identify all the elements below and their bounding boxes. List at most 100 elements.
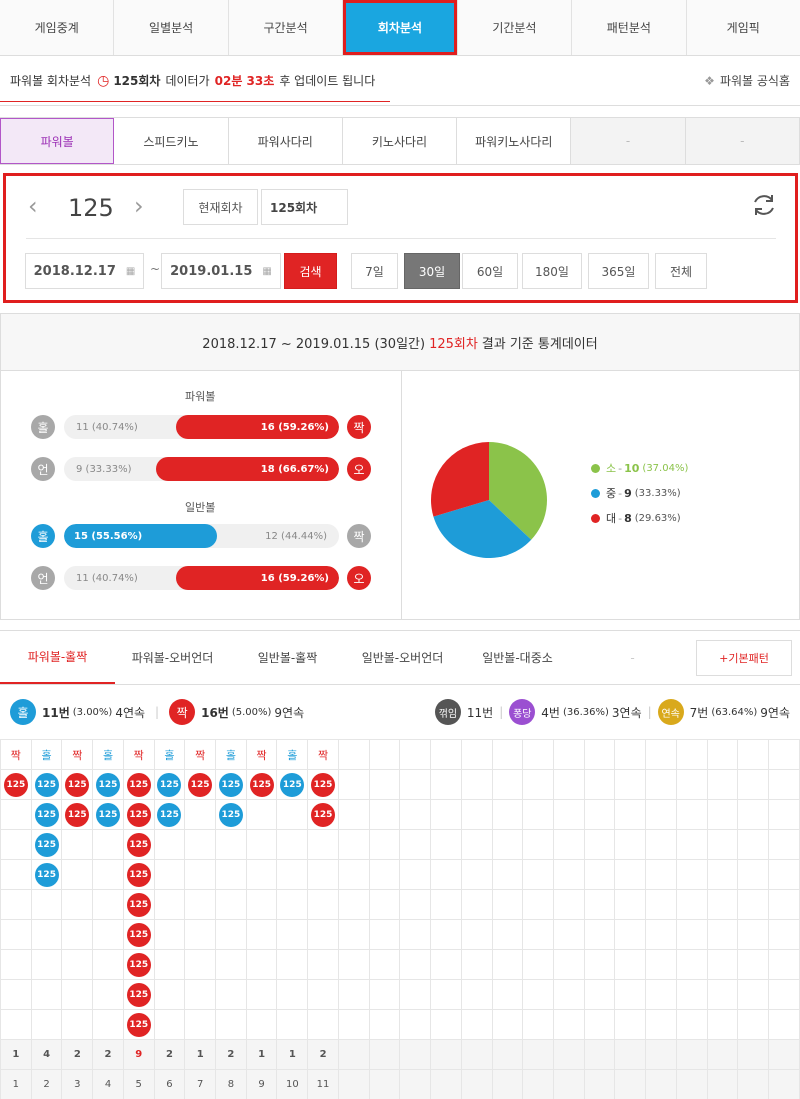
game-tab[interactable]: 파워키노사다리: [457, 118, 572, 164]
grid-cell: [0, 829, 32, 860]
top-nav-tab[interactable]: 회차분석: [343, 0, 458, 55]
basic-pattern-button[interactable]: +기본패턴: [696, 640, 792, 676]
stat-bar-fill: 18 (66.67%): [156, 457, 339, 481]
round-input[interactable]: 125회차: [261, 189, 348, 225]
current-round-button[interactable]: 현재회차: [183, 189, 258, 225]
pong-pct: (36.36%): [562, 706, 609, 718]
odd-ball: 125: [34, 862, 59, 887]
odd-ball: 125: [218, 772, 243, 797]
period-button[interactable]: 365일: [588, 253, 649, 289]
grid-cell: 125: [30, 769, 63, 800]
even-ball: 125: [126, 1012, 151, 1037]
column-count: 2: [307, 1039, 339, 1070]
top-nav-tab[interactable]: 일별분석: [114, 0, 229, 55]
search-button[interactable]: 검색: [284, 253, 337, 289]
grid-cell: 125: [122, 829, 155, 860]
grid-cell: [276, 919, 309, 950]
grid-cell: [307, 889, 339, 920]
even-badge: 짝: [169, 699, 196, 725]
odd-streak: 4연속: [115, 705, 146, 720]
pattern-tab[interactable]: 일반볼-대중소: [460, 631, 575, 684]
grid-cell: [307, 919, 339, 950]
grid-cell: [430, 829, 462, 860]
grid-cell: [430, 1009, 462, 1040]
stat-bar: 11 (40.74%) 16 (59.26%): [64, 566, 339, 590]
calendar-icon[interactable]: ▦: [126, 266, 135, 277]
top-nav-tab[interactable]: 패턴분석: [572, 0, 687, 55]
even-ball: 125: [126, 832, 151, 857]
grid-head-cell: 짝: [0, 739, 32, 770]
grid-cell: [767, 949, 800, 980]
grid-cell: 125: [30, 829, 63, 860]
legend-label: 소: [606, 462, 617, 475]
even-ball: 125: [126, 772, 151, 797]
grid-cell: [337, 799, 370, 830]
grid-row: 125 125: [0, 859, 800, 890]
grid-cell: [245, 859, 278, 890]
top-nav-tab[interactable]: 기간분석: [458, 0, 573, 55]
top-nav-tab[interactable]: 게임중계: [0, 0, 115, 55]
grid-cell: [184, 949, 217, 980]
stat-right-value: 16 (59.26%): [260, 572, 329, 584]
game-tab[interactable]: 파워볼: [0, 118, 115, 164]
prev-round-arrow-icon[interactable]: ‹: [28, 192, 38, 220]
break-badge: 꺾임: [434, 699, 461, 725]
official-home-link[interactable]: ❖ 파워볼 공식홈: [704, 72, 790, 89]
column-count: [706, 1039, 739, 1070]
grid-head-cell: [767, 739, 800, 770]
period-button[interactable]: 전체: [655, 253, 707, 289]
grid-cell: [737, 889, 769, 920]
game-tab: -: [571, 118, 686, 164]
pattern-tab[interactable]: 일반볼-홀짝: [230, 631, 345, 684]
top-nav-tab[interactable]: 구간분석: [229, 0, 344, 55]
round-control-panel: ‹ 125 › 현재회차 125회차 2018.12.17 ▦ ~ 2019.0…: [3, 173, 798, 303]
grid-cell: [368, 859, 401, 890]
stat-right-value: 18 (66.67%): [260, 463, 329, 475]
even-ball: 125: [126, 892, 151, 917]
grid-cell: [460, 889, 493, 920]
pattern-tab[interactable]: 파워볼-오버언더: [115, 631, 230, 684]
column-count: 2: [153, 1039, 186, 1070]
grid-head-cell: [460, 739, 493, 770]
date-from-field[interactable]: 2018.12.17 ▦: [25, 253, 144, 289]
game-tab[interactable]: 스피드키노: [114, 118, 229, 164]
info-round: 125회차: [113, 74, 161, 88]
pattern-tab[interactable]: 파워볼-홀짝: [0, 631, 115, 684]
legend-dash: -: [618, 511, 623, 525]
game-tab[interactable]: 파워사다리: [229, 118, 343, 164]
grid-cell: [337, 859, 370, 890]
game-tab[interactable]: 키노사다리: [343, 118, 458, 164]
column-index: [522, 1069, 554, 1099]
refresh-icon[interactable]: [750, 191, 778, 219]
grid-cell: [460, 979, 493, 1010]
grid-cell: [337, 949, 370, 980]
grid-cell: [368, 829, 401, 860]
period-button[interactable]: 60일: [462, 253, 518, 289]
grid-cell: [522, 889, 554, 920]
grid-cell: [675, 1009, 708, 1040]
grid-cell: [245, 1009, 278, 1040]
grid-cell: 125: [153, 799, 186, 830]
period-button[interactable]: 180일: [522, 253, 582, 289]
column-index: 10: [276, 1069, 309, 1099]
next-round-arrow-icon[interactable]: ›: [134, 192, 144, 220]
grid-cell: [645, 799, 677, 830]
calendar-icon[interactable]: ▦: [262, 266, 271, 277]
date-separator: ~: [150, 262, 161, 276]
countdown: 02분 33초: [214, 74, 275, 88]
stat-bar-fill: 16 (59.26%): [176, 566, 339, 590]
period-button[interactable]: 7일: [351, 253, 398, 289]
grid-cell: [737, 859, 769, 890]
grid-cell: [675, 949, 708, 980]
top-nav-tab[interactable]: 게임픽: [687, 0, 800, 55]
grid-cell: [337, 919, 370, 950]
grid-cell: [522, 799, 554, 830]
date-to-field[interactable]: 2019.01.15 ▦: [161, 253, 281, 289]
period-button[interactable]: 30일: [404, 253, 460, 289]
pattern-tab[interactable]: 일반볼-오버언더: [345, 631, 460, 684]
odd-count: 11번: [42, 705, 70, 720]
grid-cell: [276, 949, 309, 980]
grid-cell: [430, 919, 462, 950]
column-index: [430, 1069, 462, 1099]
grid-cell: [645, 919, 677, 950]
